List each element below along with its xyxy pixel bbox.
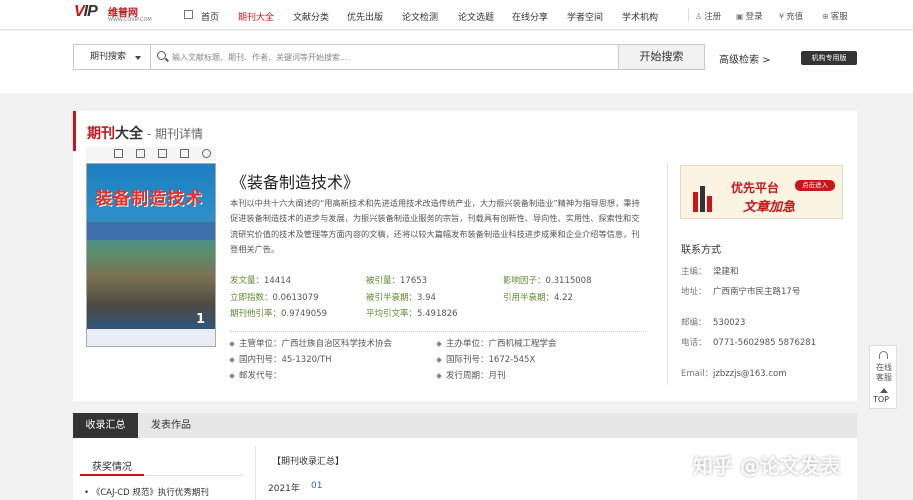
award-item: • 《CAJ-CD 规范》执行优秀期刊 <box>84 488 209 498</box>
books-icon <box>693 186 717 212</box>
collection-year: 2021年 <box>268 484 300 494</box>
journal-title: 《装备制造技术》 <box>231 173 360 192</box>
priority-platform-banner[interactable]: 优先平台 点击进入 文章加急 <box>680 165 843 219</box>
bookmark-icon[interactable] <box>114 149 123 158</box>
share-icon[interactable] <box>180 149 189 158</box>
stat-impact-factor: 影响因子：0.3115008 <box>503 276 592 286</box>
online-service-widget[interactable]: 在线客服 TOP <box>869 345 897 409</box>
contact-email: Email：jzbzzjs@163.com <box>681 369 787 379</box>
nav-categories[interactable]: 文献分类 <box>293 10 329 23</box>
contact-phone: 电话： 0771-5602985 5876281 <box>681 338 817 348</box>
recharge-link[interactable]: ¥ 充值 <box>779 10 803 22</box>
search-box: 期刊搜索 开始搜索 <box>73 44 705 70</box>
login-icon: ▣ <box>736 12 744 21</box>
stat-immediacy-index: 立即指数：0.0613079 <box>230 293 319 303</box>
meta-postal-code: 邮发代号： <box>229 369 282 381</box>
search-type-dropdown[interactable]: 期刊搜索 <box>74 45 151 69</box>
arrow-up-icon <box>880 388 888 393</box>
journal-cover-image: 装备制造技术 1 <box>86 163 216 347</box>
stat-average-references: 平均引文率：5.491826 <box>366 309 458 319</box>
nav-scholar-space[interactable]: 学者空间 <box>567 10 603 23</box>
journal-description: 本刊以中共十六大阐述的“用高新技术和先进适用技术改造传统产业，大力振兴装备制造业… <box>230 198 640 255</box>
service-icon: ⊕ <box>822 12 829 21</box>
meta-supervisor: 主管单位：广西壮族自治区科学技术协会 <box>229 337 392 349</box>
advanced-search-link[interactable]: 高级检索 > <box>719 51 771 66</box>
meta-frequency: 发行周期：月刊 <box>436 369 506 381</box>
watermark: 知乎 @论文发表 <box>693 454 840 478</box>
meta-international-issn: 国际刊号：1672-545X <box>436 353 535 365</box>
contact-postcode: 邮编： 530023 <box>681 318 746 328</box>
divider <box>230 331 646 332</box>
heading-accent <box>73 111 76 151</box>
search-button[interactable]: 开始搜索 <box>618 45 704 69</box>
collection-issue-link[interactable]: 01 <box>311 481 322 491</box>
column-divider <box>667 163 668 385</box>
stat-cited-half-life: 被引半衰期：3.94 <box>366 293 436 303</box>
journal-detail-card: 期刊大全 - 期刊详情 装备制造技术 1 《装备制造技术》 本刊以中共十六大阐述… <box>73 111 857 401</box>
home-icon[interactable] <box>184 10 193 19</box>
tab-published-works[interactable]: 发表作品 <box>140 413 202 438</box>
meta-sponsor: 主办单位：广西机械工程学会 <box>436 337 557 349</box>
nav-online-share[interactable]: 在线分享 <box>512 10 548 23</box>
chevron-down-icon <box>135 56 141 60</box>
search-input[interactable] <box>172 49 612 65</box>
meta-domestic-issn: 国内刊号：45-1320/TH <box>229 353 331 365</box>
customer-service-link[interactable]: ⊕ 客服 <box>822 10 848 22</box>
institution-edition-button[interactable]: 机构专用版 <box>801 51 857 65</box>
settings-icon[interactable] <box>202 149 211 158</box>
enter-tag: 点击进入 <box>795 180 835 191</box>
user-icon: ♙ <box>695 12 703 21</box>
headset-icon <box>879 351 888 359</box>
stat-citations: 被引量：17653 <box>366 276 428 286</box>
contact-address: 地址： 广西南宁市民主路17号 <box>681 287 801 297</box>
back-to-top-button[interactable]: TOP <box>873 395 889 404</box>
stat-other-citation-rate: 期刊他引率：0.9749059 <box>230 309 327 319</box>
nav-institutions[interactable]: 学术机构 <box>622 10 658 23</box>
top-nav: VIP 维普网 WWW.CQVIP.COM 首页 期刊大全 文献分类 优先出版 … <box>0 0 913 30</box>
yen-icon: ¥ <box>779 12 785 21</box>
collection-heading: 【期刊收录汇总】 <box>272 457 345 467</box>
nav-topic-selection[interactable]: 论文选题 <box>458 10 494 23</box>
register-link[interactable]: ♙ 注册 <box>695 10 721 22</box>
logo-url: WWW.CQVIP.COM <box>108 17 152 23</box>
page-title: 期刊大全 - 期刊详情 <box>87 126 203 142</box>
nav-journals[interactable]: 期刊大全 <box>238 10 274 23</box>
awards-heading: 获奖情况 <box>92 462 132 473</box>
nav-divider <box>688 8 689 22</box>
site-logo[interactable]: VIP 维普网 WWW.CQVIP.COM <box>74 3 154 27</box>
copy-icon[interactable] <box>158 149 167 158</box>
detail-tabs: 收录汇总 发表作品 <box>73 413 857 438</box>
expand-icon[interactable] <box>136 149 145 158</box>
nav-plagiarism-check[interactable]: 论文检测 <box>402 10 438 23</box>
contact-editor: 主编： 梁建和 <box>681 267 739 277</box>
search-bar: 期刊搜索 开始搜索 高级检索 > 机构专用版 <box>0 31 913 93</box>
nav-priority-publish[interactable]: 优先出版 <box>347 10 383 23</box>
cover-toolbar <box>86 147 216 161</box>
tab-collection-summary[interactable]: 收录汇总 <box>73 413 138 438</box>
logo-mark: VIP <box>74 3 98 20</box>
stat-citing-half-life: 引用半衰期：4.22 <box>503 293 573 303</box>
login-link[interactable]: ▣ 登录 <box>736 10 763 22</box>
contact-heading: 联系方式 <box>681 245 721 256</box>
stat-articles: 发文量：14414 <box>230 276 292 286</box>
nav-home[interactable]: 首页 <box>201 10 219 23</box>
search-icon <box>157 51 166 60</box>
